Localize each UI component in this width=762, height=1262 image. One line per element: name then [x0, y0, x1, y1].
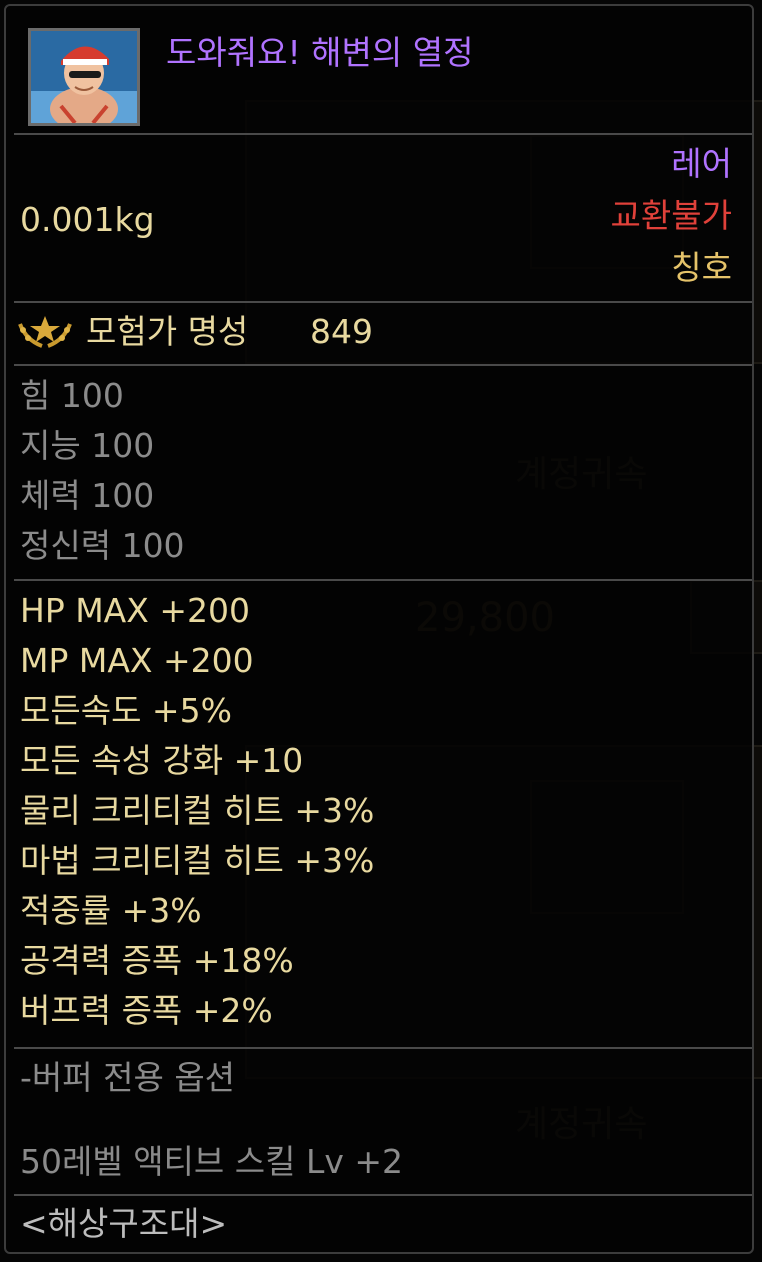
fame-label: 모험가 명성 [86, 312, 249, 351]
divider [14, 133, 752, 135]
item-name: 도와줘요! 해변의 열정 [166, 33, 474, 72]
stat-vitality: 체력 100 [20, 476, 155, 515]
effect-mp-max: MP MAX +200 [20, 641, 254, 680]
stat-intelligence: 지능 100 [20, 426, 155, 465]
item-weight: 0.001kg [20, 200, 155, 239]
fame-value: 849 [310, 312, 373, 351]
divider [14, 364, 752, 366]
buffer-option-header: -버퍼 전용 옵션 [20, 1058, 236, 1097]
item-tooltip: 도와줘요! 해변의 열정 0.001kg 레어 교환불가 칭호 모험가 명성 8… [4, 4, 754, 1254]
effect-attack-amp: 공격력 증폭 +18% [20, 941, 294, 980]
effect-buff-amp: 버프력 증폭 +2% [20, 991, 273, 1030]
stat-spirit: 정신력 100 [20, 526, 185, 565]
effect-element-boost: 모든 속성 강화 +10 [20, 741, 304, 780]
effect-hit-rate: 적중률 +3% [20, 891, 202, 930]
divider [14, 301, 752, 303]
effect-magic-crit: 마법 크리티컬 히트 +3% [20, 841, 375, 880]
divider [14, 1194, 752, 1196]
stat-strength: 힘 100 [20, 376, 124, 415]
trade-status: 교환불가 [610, 196, 732, 235]
effect-hp-max: HP MAX +200 [20, 591, 250, 630]
lifeguard-character-icon [28, 28, 140, 126]
laurel-emblem-icon [16, 310, 74, 356]
item-type: 칭호 [671, 248, 732, 287]
fame-row: 모험가 명성 849 [16, 308, 516, 356]
effect-all-speed: 모든속도 +5% [20, 691, 232, 730]
rarity-label: 레어 [671, 144, 732, 183]
set-name: <해상구조대> [20, 1204, 228, 1243]
divider [14, 579, 752, 581]
buffer-option-skill: 50레벨 액티브 스킬 Lv +2 [20, 1142, 404, 1181]
effect-physical-crit: 물리 크리티컬 히트 +3% [20, 791, 375, 830]
divider [14, 1047, 752, 1049]
